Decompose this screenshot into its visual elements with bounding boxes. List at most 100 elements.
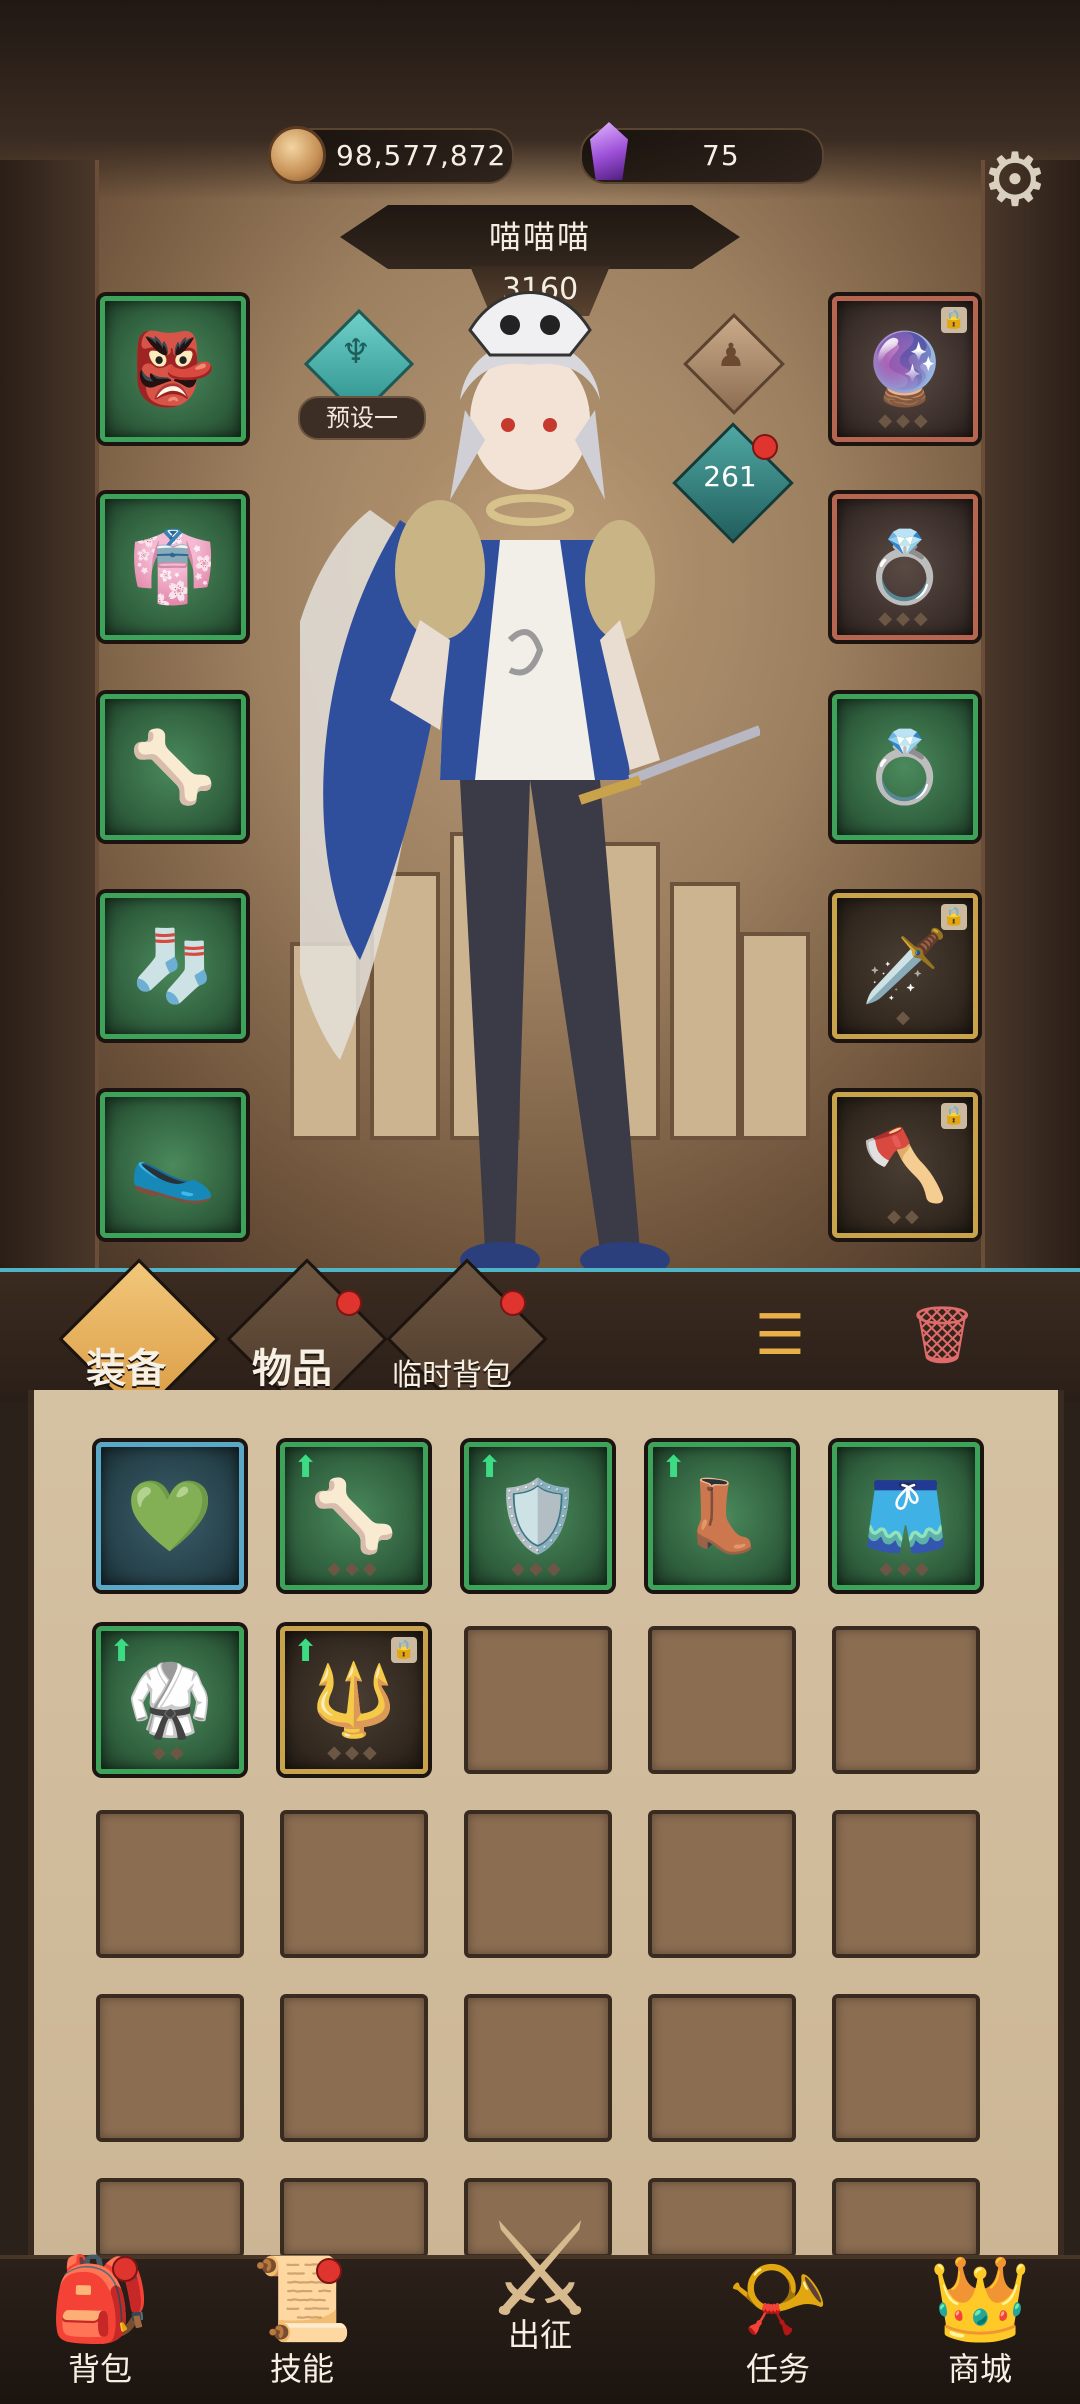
spear-icon: 🔱 [310,1658,398,1741]
gauntlet-icon: 🛡️ [494,1474,582,1557]
right-frame [981,160,1080,1280]
socket-gems-icon: ◆◆ [152,1742,188,1763]
socket-gems-icon: ◆◆◆ [327,1742,381,1763]
ring2-slot[interactable]: 💍 [832,694,978,840]
inventory-slot-empty[interactable] [96,1810,244,1958]
pants-slot[interactable]: 🧦 [100,893,246,1039]
inventory-slot[interactable]: 💚 [96,1442,244,1590]
temp-bag-notification-dot [500,1290,526,1316]
ring-slot[interactable]: 💍 ◆◆◆ [832,494,978,640]
lock-icon: 🔒 [391,1637,417,1663]
inventory-slot-empty[interactable] [648,1810,796,1958]
left-frame [0,160,99,1280]
trousers-icon: 🩳 [862,1474,950,1557]
ring-icon: 💍 [861,525,949,608]
inventory-slot[interactable]: 🛡️ ⬆ ◆◆◆ [464,1442,612,1590]
upgrade-arrow-icon: ⬆ [661,1450,687,1485]
offhand-slot[interactable]: 🪓 🔒 ◆◆ [832,1092,978,1238]
crystal-icon [590,122,628,180]
backpack-icon: 🎒 [48,2252,152,2347]
upgrade-arrow-icon: ⬆ [477,1450,503,1485]
settings-gear-icon[interactable]: ⚙ [975,140,1055,220]
gem-amount: 75 [702,139,740,172]
bracer-slot[interactable]: 🦴 [100,694,246,840]
sort-icon[interactable]: ☰ [740,1296,820,1376]
inventory-slot-empty[interactable] [280,2178,428,2258]
skill-book-icon: 📜 [250,2252,354,2347]
helmet-icon: 👺 [129,327,217,410]
inventory-slot[interactable]: 🦴 ⬆ ◆◆◆ [280,1442,428,1590]
horn-helmet-icon: 🦴 [310,1474,398,1557]
nav-quests[interactable]: 📯 任务 [698,2250,858,2400]
trash-icon[interactable]: 🗑 [902,1296,982,1376]
shoes-slot[interactable]: 🥿 [100,1092,246,1238]
inventory-slot-empty[interactable] [464,1626,612,1774]
gold-counter[interactable]: 98,577,872 [268,126,514,184]
inventory-slot-empty[interactable] [96,1994,244,2142]
socket-gems-icon: ◆◆◆ [878,410,932,431]
amulet-slot[interactable]: 🔮 🔒 ◆◆◆ [832,296,978,442]
upgrade-arrow-icon: ⬆ [109,1634,135,1669]
inventory-slot-empty[interactable] [832,1994,980,2142]
inventory-slot-empty[interactable] [832,1810,980,1958]
helmet-slot[interactable]: 👺 [100,296,246,442]
socket-gems-icon: ◆◆◆ [511,1558,565,1579]
bracer-icon: 🦴 [129,725,217,808]
inventory-slot-empty[interactable] [464,1994,612,2142]
nav-shop[interactable]: 👑 商城 [900,2250,1060,2400]
nav-expedition[interactable]: ⚔ 出征 [440,2190,640,2400]
nav-skills[interactable]: 📜 技能 [222,2250,382,2400]
boots-icon: 👢 [678,1474,766,1557]
inventory-slot-empty[interactable] [648,1626,796,1774]
lock-icon: 🔒 [941,1103,967,1129]
character-name: 喵喵喵 [488,218,591,256]
gem-counter[interactable]: 75 [580,122,824,184]
upgrade-arrow-icon: ⬆ [293,1634,319,1669]
gold-amount: 98,577,872 [336,139,507,172]
robe-icon: 👘 [129,525,217,608]
socket-gems-icon: ◆◆◆ [327,1558,381,1579]
jade-bracelet-icon: 💚 [126,1474,214,1557]
tab-temp-bag[interactable]: 临时背包 [392,1350,512,1394]
coin-icon [268,126,326,184]
inventory-slot-empty[interactable] [648,1994,796,2142]
amulet-icon: 🔮 [861,327,949,410]
inventory-slot[interactable]: 🥋 ⬆ ◆◆ [96,1626,244,1774]
inventory-slot-empty[interactable] [280,1994,428,2142]
socket-gems-icon: ◆◆◆ [878,608,932,629]
inventory-slot-empty[interactable] [832,1626,980,1774]
eye-ring-icon: 💍 [861,725,949,808]
crown-icon: 👑 [928,2252,1032,2347]
nav-shop-label: 商城 [947,2350,1012,2388]
items-notification-dot [336,1290,362,1316]
nav-quests-label: 任务 [745,2350,810,2388]
inventory-slot-empty[interactable] [464,1810,612,1958]
nav-expedition-label: 出征 [507,2316,572,2354]
nav-bag[interactable]: 🎒 背包 [20,2250,180,2400]
inventory-slot[interactable]: 🩳 ◆◆◆ [832,1442,980,1590]
armor-slot[interactable]: 👘 [100,494,246,640]
nav-skills-label: 技能 [269,2350,334,2388]
pants-icon: 🧦 [129,924,217,1007]
socket-gems-icon: ◆◆ [887,1206,923,1227]
inventory-slot[interactable]: 🔱 ⬆ 🔒 ◆◆◆ [280,1626,428,1774]
upgrade-arrow-icon: ⬆ [293,1450,319,1485]
dagger-icon: 🪓 [861,1123,949,1206]
inventory-slot-empty[interactable] [648,2178,796,2258]
lock-icon: 🔒 [941,904,967,930]
horn-icon: 📯 [726,2252,830,2347]
inventory-slot-empty[interactable] [96,2178,244,2258]
tunic-icon: 🥋 [126,1658,214,1741]
inventory-slot-empty[interactable] [832,2178,980,2258]
inventory-slot-empty[interactable] [280,1810,428,1958]
inventory-slot[interactable]: 👢 ⬆ [648,1442,796,1590]
weapon-slot[interactable]: 🗡️ 🔒 ◆ [832,893,978,1039]
nav-bag-label: 背包 [67,2350,132,2388]
skills-notification-dot [316,2258,342,2284]
shoes-icon: 🥿 [129,1123,217,1206]
tab-items[interactable]: 物品 [252,1336,332,1394]
top-arch [0,0,1080,200]
tab-equipment[interactable]: 装备 [86,1336,166,1394]
lock-icon: 🔒 [941,307,967,333]
socket-gems-icon: ◆ [896,1007,914,1028]
